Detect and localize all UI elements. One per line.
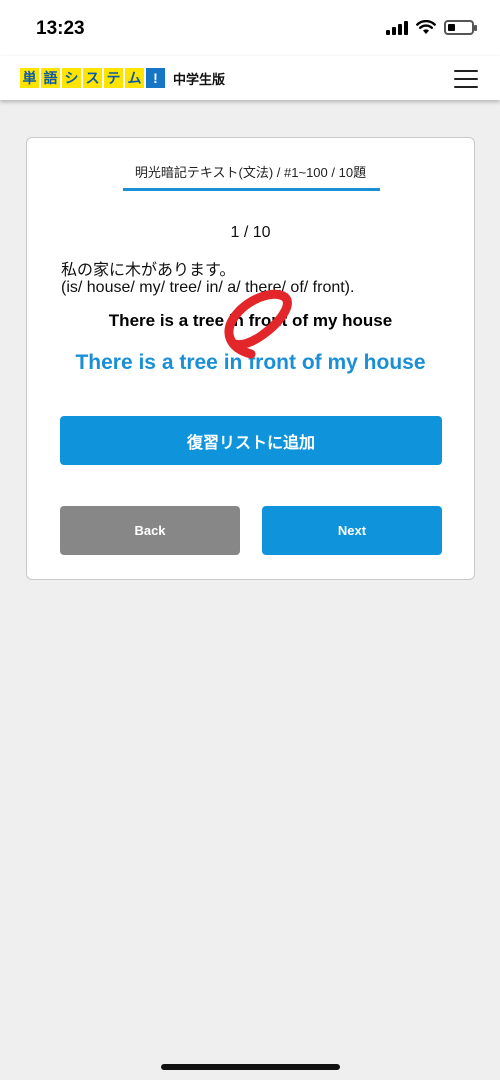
logo-tile: シ xyxy=(62,68,81,88)
status-bar: 13:23 xyxy=(0,0,500,56)
battery-fill xyxy=(448,24,455,31)
add-to-review-list-button[interactable]: 復習リストに追加 xyxy=(60,416,442,465)
home-indicator[interactable] xyxy=(161,1064,340,1070)
back-button[interactable]: Back xyxy=(60,506,240,555)
logo-tile: 語 xyxy=(41,68,60,88)
quiz-title: 明光暗記テキスト(文法) / #1~100 / 10題 xyxy=(134,165,367,180)
hamburger-menu-icon[interactable] xyxy=(454,70,478,88)
question-japanese: 私の家に木があります。 xyxy=(61,262,236,279)
quiz-card: 明光暗記テキスト(文法) / #1~100 / 10題 1 / 10 私の家に木… xyxy=(26,137,475,580)
title-underline xyxy=(123,188,380,191)
app-logo[interactable]: 単 語 シ ス テ ム ! 中学生版 xyxy=(20,68,225,88)
question-word-list: (is/ house/ my/ tree/ in/ a/ there/ of/ … xyxy=(61,279,355,296)
question-progress: 1 / 10 xyxy=(230,224,271,241)
logo-tile: ! xyxy=(146,68,165,88)
edition-label: 中学生版 xyxy=(173,71,226,87)
next-button[interactable]: Next xyxy=(262,506,442,555)
logo-tile: ム xyxy=(125,68,144,88)
logo-tile: テ xyxy=(104,68,123,88)
battery-icon xyxy=(444,20,477,35)
signal-icon xyxy=(386,20,408,35)
logo-tiles: 単 語 シ ス テ ム ! xyxy=(20,68,165,88)
app-header: 単 語 シ ス テ ム ! 中学生版 xyxy=(0,56,500,100)
wifi-icon xyxy=(416,20,436,34)
logo-tile: ス xyxy=(83,68,102,88)
correct-circle-icon xyxy=(224,289,292,359)
status-icons xyxy=(386,20,477,35)
status-time: 13:23 xyxy=(36,18,85,39)
logo-tile: 単 xyxy=(20,68,39,88)
